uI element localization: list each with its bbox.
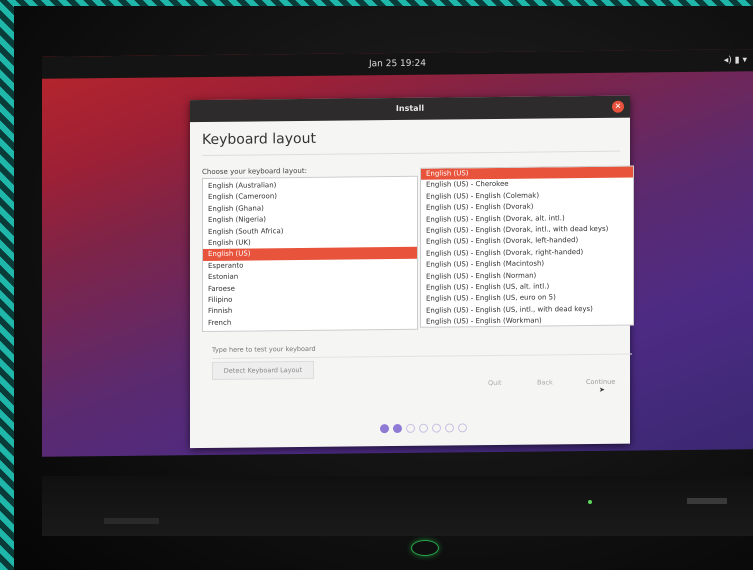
detect-keyboard-layout-button[interactable]: Detect Keyboard Layout [212,360,314,380]
close-icon[interactable]: ✕ [612,100,624,113]
window-title: Install [395,103,425,114]
system-status-icons[interactable]: ◂) ▮ ▾ [724,49,747,71]
layout-list-item[interactable]: French [203,315,417,329]
progress-dot-icon [393,423,402,434]
top-bar: Jan 25 19:24 ◂) ▮ ▾ [42,49,753,79]
screen: Jan 25 19:24 ◂) ▮ ▾ Install ✕ Keyboard l… [42,49,753,457]
key [687,498,727,504]
progress-dot-icon [445,423,454,433]
window-titlebar: Install ✕ [190,95,630,123]
progress-dot-icon [380,424,389,434]
choose-layout-label: Choose your keyboard layout: [202,166,307,177]
progress-dot-icon [458,423,467,433]
layout-list[interactable]: English (Australian) English (Cameroon) En… [202,175,418,333]
page-title: Keyboard layout [202,130,316,149]
quit-button[interactable]: Quit [488,379,502,387]
clock[interactable]: Jan 25 19:24 [42,49,753,78]
progress-dot-icon [406,423,415,433]
key [104,518,159,524]
variant-list[interactable]: English (US) English (US) - Cherokee Engli… [420,165,634,328]
progress-dot-icon [419,423,428,433]
status-led-icon [588,500,592,504]
power-button-icon [411,540,439,556]
divider [202,150,620,157]
keyboard-deck [42,476,753,536]
progress-dot-icon [432,423,441,433]
progress-dots [380,417,471,437]
mouse-cursor-icon: ➤ [599,385,605,394]
variant-list-item[interactable]: English (US) - English (Workman) [421,315,633,328]
laptop: Jan 25 19:24 ◂) ▮ ▾ Install ✕ Keyboard l… [14,6,753,570]
continue-button[interactable]: Continue [586,378,615,386]
back-button[interactable]: Back [537,378,553,386]
installer-window: Install ✕ Keyboard layout Choose your ke… [190,95,634,449]
